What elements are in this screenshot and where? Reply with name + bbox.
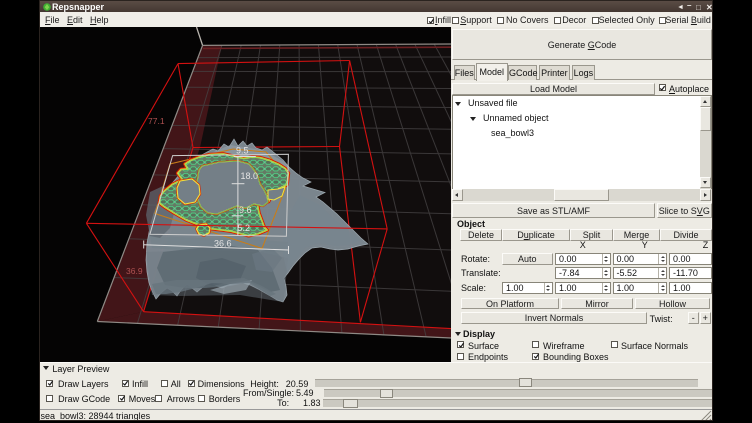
svg-text:36.9: 36.9	[126, 266, 143, 276]
svg-text:5.2: 5.2	[238, 223, 251, 233]
svg-text:9.6: 9.6	[239, 205, 252, 215]
svg-text:9.5: 9.5	[236, 146, 249, 156]
svg-text:18.0: 18.0	[241, 171, 259, 181]
svg-text:36.6: 36.6	[214, 239, 232, 249]
svg-text:77.1: 77.1	[148, 116, 165, 126]
